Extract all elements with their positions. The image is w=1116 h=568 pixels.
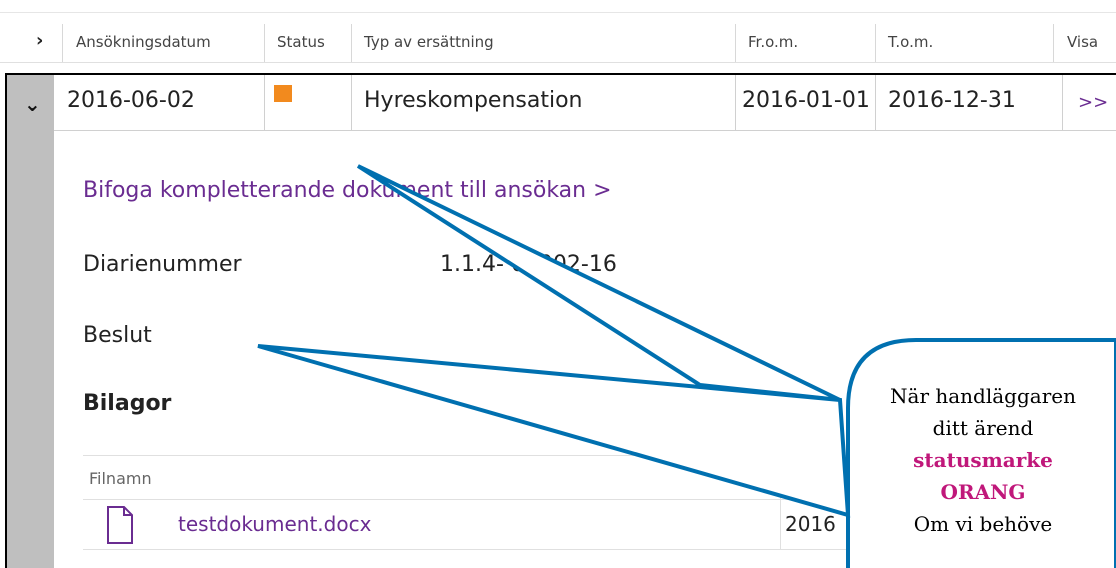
row-divider (54, 130, 1116, 131)
filename-column-header[interactable]: Filnamn (89, 469, 152, 488)
row-divider (351, 75, 352, 130)
row-divider (264, 75, 265, 130)
row-from: 2016-01-01 (742, 88, 870, 113)
table-row-divider (83, 549, 1116, 550)
column-divider (1053, 24, 1054, 63)
column-divider (62, 24, 63, 63)
attach-documents-link[interactable]: Bifoga kompletterande dokument till ansö… (83, 178, 612, 203)
document-icon (106, 505, 134, 549)
column-divider (735, 24, 736, 63)
callout-line-emphasis: ORANG (940, 480, 1026, 504)
header-top-divider (0, 12, 1116, 13)
column-divider (780, 455, 781, 550)
row-divider (735, 75, 736, 130)
status-indicator (274, 85, 292, 102)
diarienummer-value: 1.1.4- 04002-16 (440, 252, 617, 277)
callout-line: ditt ärend (932, 416, 1034, 440)
collapse-chevron-icon[interactable]: ⌄ (24, 92, 41, 116)
column-divider (264, 24, 265, 63)
file-link[interactable]: testdokument.docx (178, 512, 371, 536)
beslut-label: Beslut (83, 323, 152, 348)
header-bottom-divider (0, 62, 1116, 63)
callout-line: När handläggaren (890, 384, 1076, 408)
bilagor-heading: Bilagor (83, 391, 172, 416)
row-divider (875, 75, 876, 130)
column-header-ansokningsdatum[interactable]: Ansökningsdatum (76, 24, 211, 60)
table-header: › Ansökningsdatum Status Typ av ersättni… (0, 0, 1116, 63)
row-type: Hyreskompensation (364, 88, 583, 113)
column-header-typ[interactable]: Typ av ersättning (364, 24, 494, 60)
column-divider (351, 24, 352, 63)
visa-link[interactable]: >> (1078, 92, 1108, 113)
file-date: 2016 (785, 512, 836, 536)
callout-text: När handläggaren ditt ärend statusmarke … (850, 380, 1116, 540)
column-header-tom[interactable]: T.o.m. (888, 24, 933, 60)
row-date: 2016-06-02 (67, 88, 195, 113)
callout-line: Om vi behöve (913, 512, 1053, 536)
column-header-from[interactable]: Fr.o.m. (748, 24, 798, 60)
expand-all-chevron-icon[interactable]: › (36, 30, 43, 51)
callout-line-emphasis: statusmarke (913, 448, 1053, 472)
column-divider (875, 24, 876, 63)
row-divider (1062, 75, 1063, 130)
row-to: 2016-12-31 (888, 88, 1016, 113)
diarienummer-label: Diarienummer (83, 252, 242, 277)
column-header-status[interactable]: Status (277, 24, 325, 60)
column-header-visa[interactable]: Visa (1067, 24, 1098, 60)
expanded-row-gutter (7, 75, 54, 568)
